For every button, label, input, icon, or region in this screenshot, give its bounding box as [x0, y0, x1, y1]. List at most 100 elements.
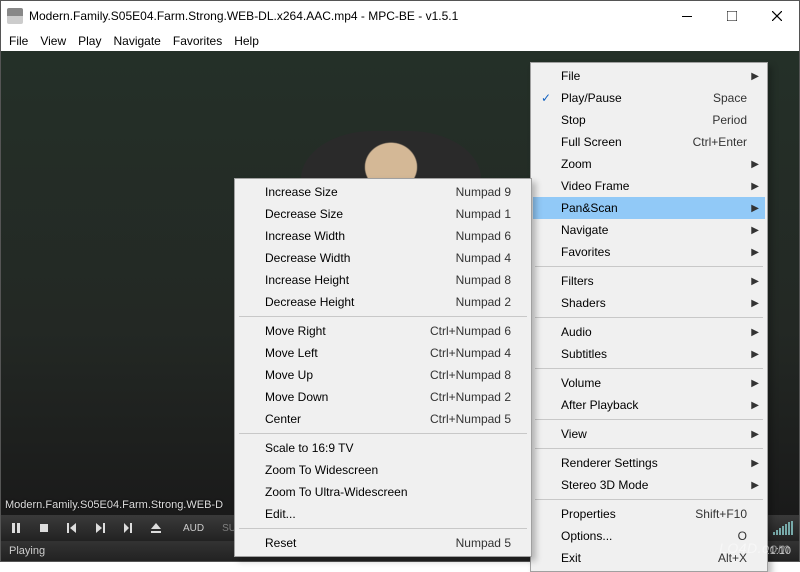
menu-item-options[interactable]: Options...O	[533, 525, 765, 547]
close-button[interactable]	[754, 1, 799, 31]
submenu-item-scale-to-16-9-tv[interactable]: Scale to 16:9 TV	[237, 437, 529, 459]
titlebar: Modern.Family.S05E04.Farm.Strong.WEB-DL.…	[1, 1, 799, 31]
shortcut-text: Alt+X	[694, 551, 747, 565]
chevron-right-icon: ▶	[751, 327, 759, 338]
chevron-right-icon: ▶	[751, 298, 759, 309]
window-title: Modern.Family.S05E04.Farm.Strong.WEB-DL.…	[29, 9, 664, 23]
menu-file[interactable]: File	[5, 32, 32, 50]
menu-item-subtitles[interactable]: Subtitles▶	[533, 343, 765, 365]
submenu-item-label: Zoom To Ultra-Widescreen	[265, 485, 408, 499]
menu-item-separator	[535, 368, 763, 369]
step-button[interactable]	[119, 519, 137, 537]
minimize-button[interactable]	[664, 1, 709, 31]
menu-item-separator	[535, 317, 763, 318]
menu-view[interactable]: View	[36, 32, 70, 50]
submenu-item-decrease-width[interactable]: Decrease WidthNumpad 4	[237, 247, 529, 269]
chevron-right-icon: ▶	[751, 480, 759, 491]
submenu-item-move-left[interactable]: Move LeftCtrl+Numpad 4	[237, 342, 529, 364]
menu-item-label: Video Frame	[561, 179, 629, 193]
menubar: File View Play Navigate Favorites Help	[1, 31, 799, 51]
check-icon: ✓	[541, 91, 551, 105]
submenu-item-move-right[interactable]: Move RightCtrl+Numpad 6	[237, 320, 529, 342]
submenu-item-label: Scale to 16:9 TV	[265, 441, 354, 455]
shortcut-text: Numpad 9	[432, 185, 511, 199]
chevron-right-icon: ▶	[751, 159, 759, 170]
menu-item-shaders[interactable]: Shaders▶	[533, 292, 765, 314]
prev-button[interactable]	[63, 519, 81, 537]
shortcut-text: Shift+F10	[671, 507, 747, 521]
menu-item-label: Stereo 3D Mode	[561, 478, 648, 492]
submenu-item-increase-width[interactable]: Increase WidthNumpad 6	[237, 225, 529, 247]
menu-help[interactable]: Help	[230, 32, 263, 50]
submenu-item-decrease-height[interactable]: Decrease HeightNumpad 2	[237, 291, 529, 313]
eject-button[interactable]	[147, 519, 165, 537]
maximize-button[interactable]	[709, 1, 754, 31]
menu-item-filters[interactable]: Filters▶	[533, 270, 765, 292]
menu-item-video-frame[interactable]: Video Frame▶	[533, 175, 765, 197]
stop-button[interactable]	[35, 519, 53, 537]
volume-bars[interactable]	[773, 521, 793, 535]
pause-button[interactable]	[7, 519, 25, 537]
submenu-item-move-up[interactable]: Move UpCtrl+Numpad 8	[237, 364, 529, 386]
menu-item-label: Audio	[561, 325, 592, 339]
menu-item-zoom[interactable]: Zoom ▶	[533, 153, 765, 175]
shortcut-text: Ctrl+Numpad 4	[406, 346, 511, 360]
menu-item-view[interactable]: View▶	[533, 423, 765, 445]
aud-indicator[interactable]: AUD	[183, 523, 204, 534]
menu-item-pan-scan[interactable]: Pan&Scan▶	[533, 197, 765, 219]
submenu-item-separator	[239, 316, 527, 317]
submenu-item-label: Move Down	[265, 390, 328, 404]
menu-item-stereo-3d-mode[interactable]: Stereo 3D Mode ▶	[533, 474, 765, 496]
menu-item-separator	[535, 266, 763, 267]
submenu-item-zoom-to-ultra-widescreen[interactable]: Zoom To Ultra-Widescreen	[237, 481, 529, 503]
menu-item-favorites[interactable]: Favorites ▶	[533, 241, 765, 263]
submenu-item-label: Move Up	[265, 368, 313, 382]
submenu-item-center[interactable]: CenterCtrl+Numpad 5	[237, 408, 529, 430]
menu-item-label: Favorites	[561, 245, 610, 259]
chevron-right-icon: ▶	[751, 203, 759, 214]
submenu-item-separator	[239, 528, 527, 529]
submenu-item-decrease-size[interactable]: Decrease SizeNumpad 1	[237, 203, 529, 225]
submenu-item-zoom-to-widescreen[interactable]: Zoom To Widescreen	[237, 459, 529, 481]
menu-item-separator	[535, 499, 763, 500]
shortcut-text: Space	[689, 91, 747, 105]
menu-favorites[interactable]: Favorites	[169, 32, 226, 50]
menu-item-after-playback[interactable]: After Playback▶	[533, 394, 765, 416]
menu-item-separator	[535, 419, 763, 420]
menu-play[interactable]: Play	[74, 32, 105, 50]
menu-item-navigate[interactable]: Navigate▶	[533, 219, 765, 241]
overlay-filename: Modern.Family.S05E04.Farm.Strong.WEB-D	[5, 499, 223, 511]
menu-item-volume[interactable]: Volume▶	[533, 372, 765, 394]
shortcut-text: Period	[688, 113, 747, 127]
submenu-item-move-down[interactable]: Move DownCtrl+Numpad 2	[237, 386, 529, 408]
menu-item-exit[interactable]: ExitAlt+X	[533, 547, 765, 569]
chevron-right-icon: ▶	[751, 458, 759, 469]
shortcut-text: O	[714, 529, 747, 543]
menu-item-renderer-settings[interactable]: Renderer Settings ▶	[533, 452, 765, 474]
shortcut-text: Numpad 1	[432, 207, 511, 221]
submenu-item-separator	[239, 433, 527, 434]
submenu-item-edit[interactable]: Edit...	[237, 503, 529, 525]
submenu-item-increase-size[interactable]: Increase SizeNumpad 9	[237, 181, 529, 203]
menu-item-play-pause[interactable]: ✓ Play/Pause Space	[533, 87, 765, 109]
chevron-right-icon: ▶	[751, 247, 759, 258]
window-buttons	[664, 1, 799, 31]
menu-item-label: Zoom	[561, 157, 592, 171]
chevron-right-icon: ▶	[751, 400, 759, 411]
menu-item-file[interactable]: File▶	[533, 65, 765, 87]
menu-item-label: Renderer Settings	[561, 456, 658, 470]
shortcut-text: Ctrl+Enter	[669, 135, 747, 149]
submenu-item-reset[interactable]: ResetNumpad 5	[237, 532, 529, 554]
chevron-right-icon: ▶	[751, 349, 759, 360]
next-button[interactable]	[91, 519, 109, 537]
submenu-item-label: Decrease Width	[265, 251, 350, 265]
menu-item-audio[interactable]: Audio ▶	[533, 321, 765, 343]
menu-item-label: Volume	[561, 376, 601, 390]
menu-item-full-screen[interactable]: Full ScreenCtrl+Enter	[533, 131, 765, 153]
menu-navigate[interactable]: Navigate	[109, 32, 164, 50]
menu-item-label: File	[561, 69, 580, 83]
submenu-item-increase-height[interactable]: Increase HeightNumpad 8	[237, 269, 529, 291]
menu-item-stop[interactable]: StopPeriod	[533, 109, 765, 131]
menu-item-properties[interactable]: PropertiesShift+F10	[533, 503, 765, 525]
menu-item-label: Play/Pause	[561, 91, 622, 105]
